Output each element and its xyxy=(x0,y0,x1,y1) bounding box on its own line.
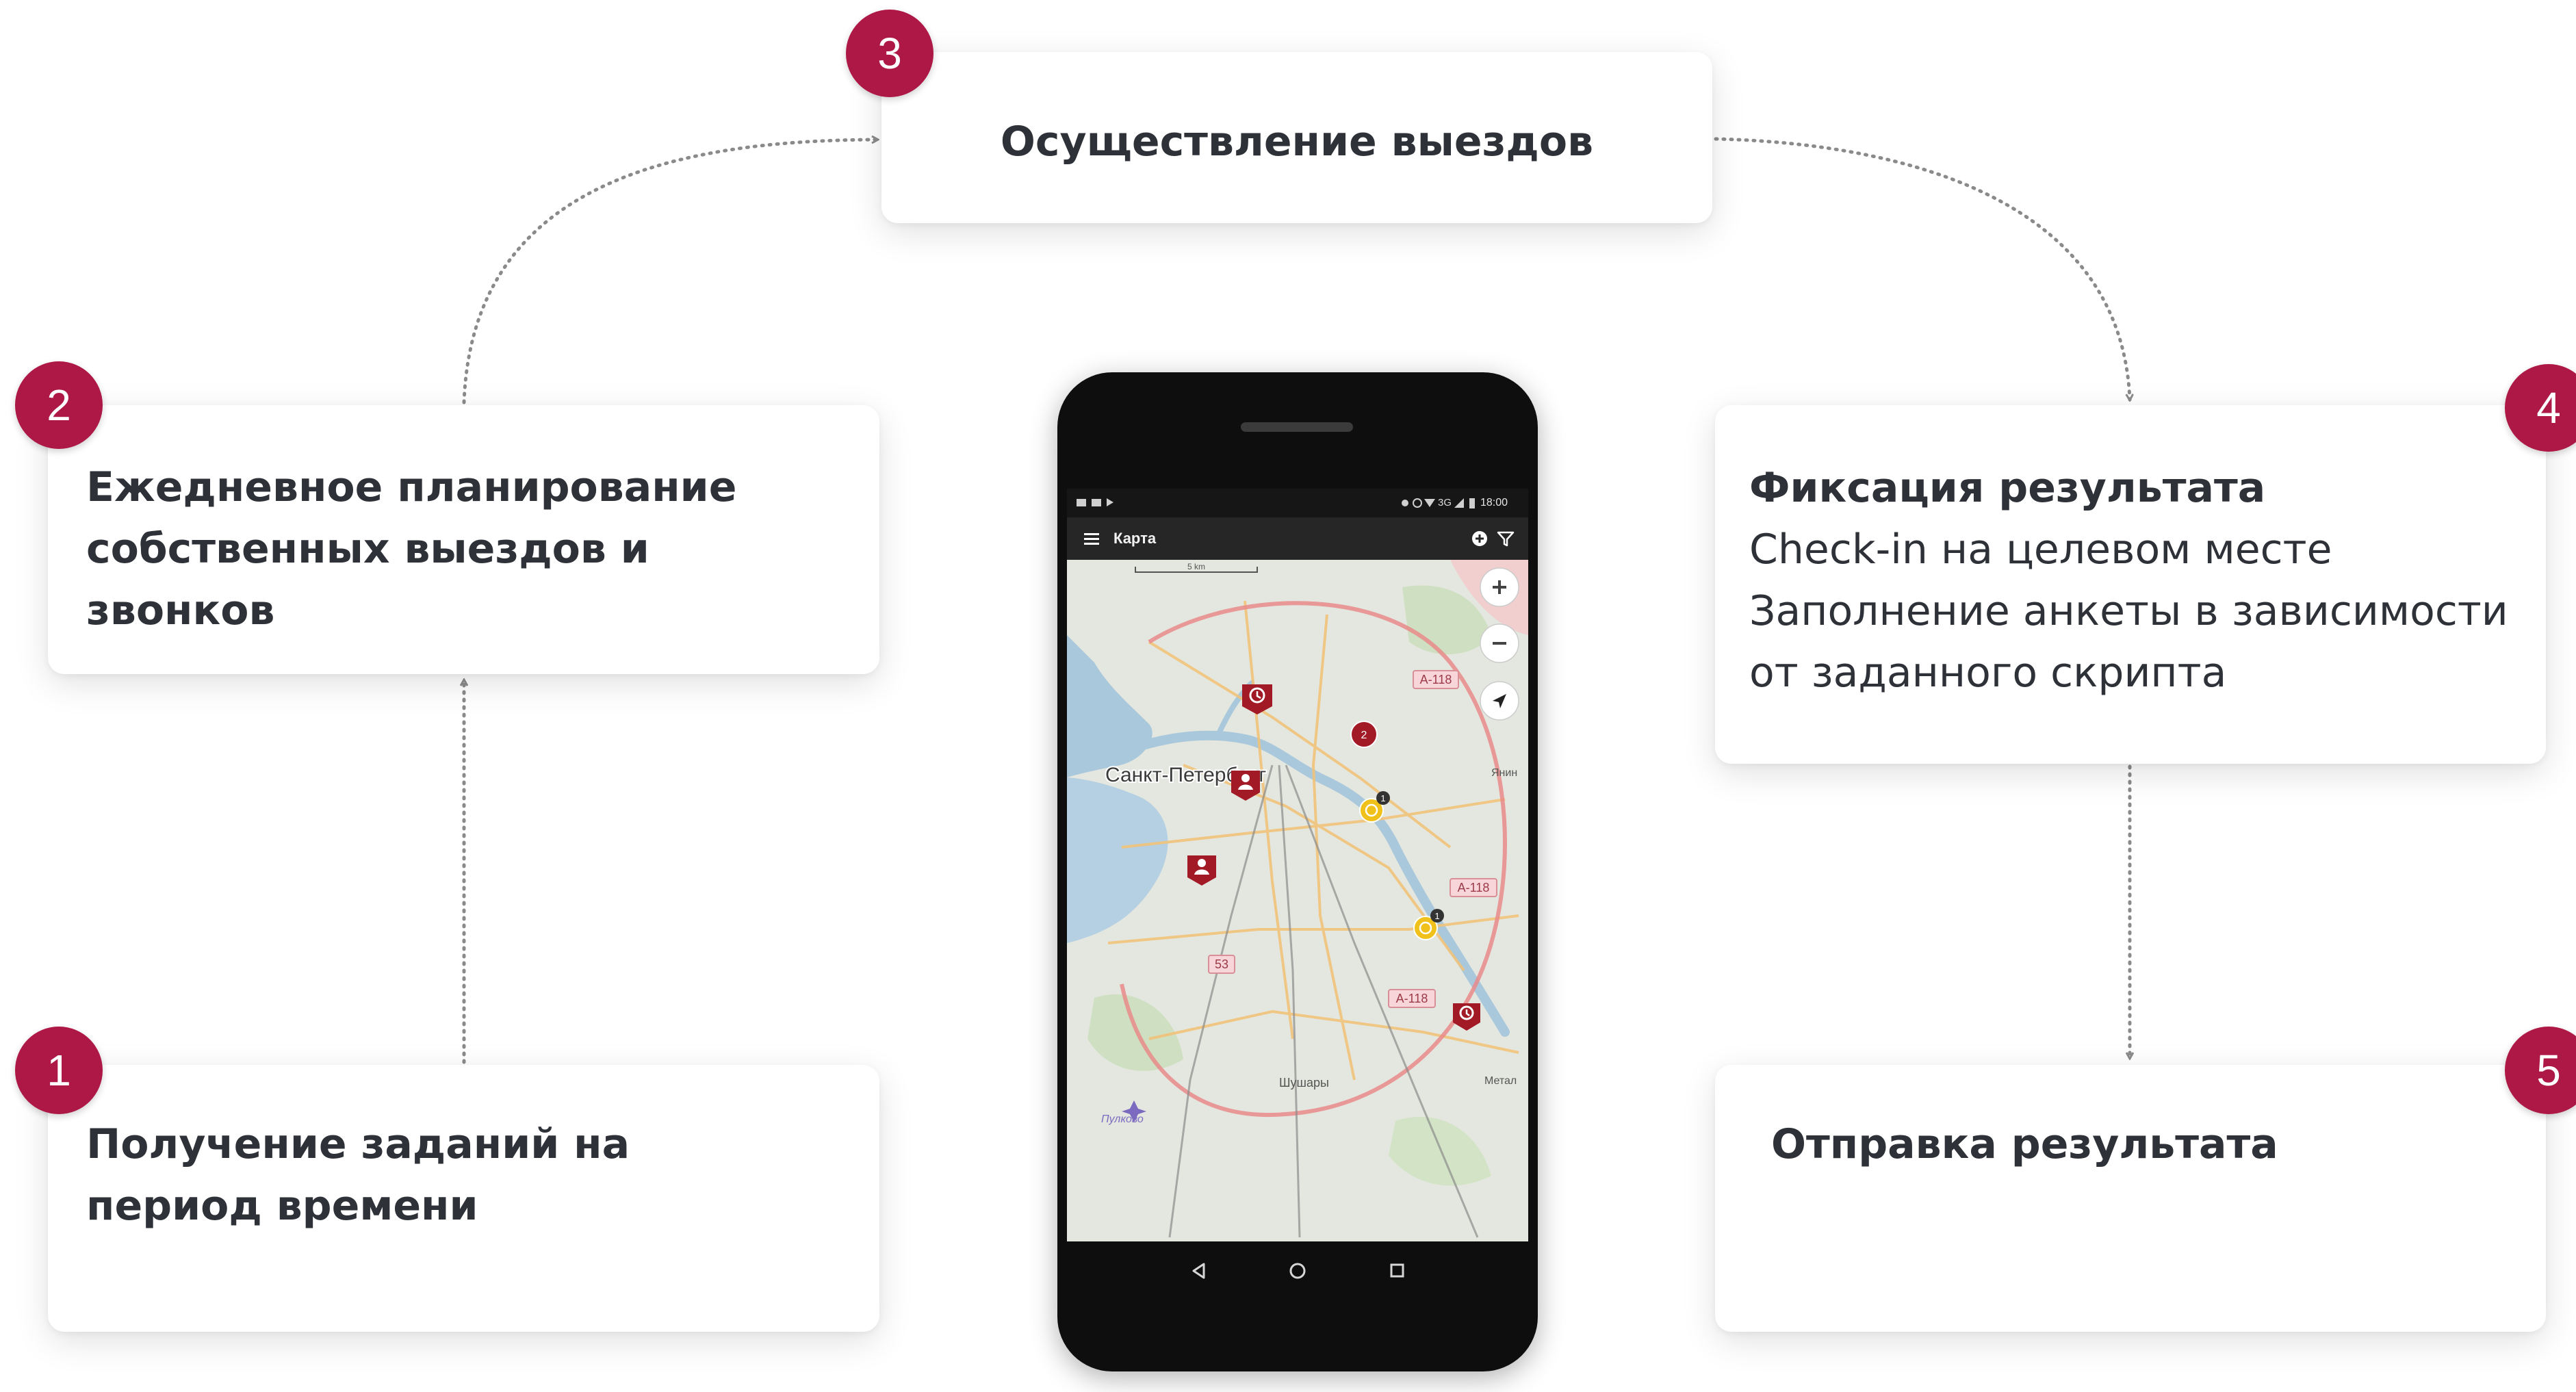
phone-mockup: 3G 18:00 Карта 5 km Санкт-Петербург А-11… xyxy=(1057,372,1538,1371)
status-network: 3G xyxy=(1438,497,1452,508)
app-bar-title: Карта xyxy=(1113,530,1157,547)
road-shield-4: 53 xyxy=(1208,955,1235,974)
location-arrow-icon[interactable] xyxy=(1480,681,1519,721)
phone-screen: 3G 18:00 Карта 5 km Санкт-Петербург А-11… xyxy=(1067,489,1528,1241)
road-shield-2: А-118 xyxy=(1450,878,1497,897)
city-map[interactable]: 5 km Санкт-Петербург А-118 А-118 А-118 5… xyxy=(1067,560,1528,1241)
svg-text:А-118: А-118 xyxy=(1396,992,1428,1005)
road-shield-3: А-118 xyxy=(1388,989,1436,1008)
step-3-title: Осуществление выездов xyxy=(1000,118,1594,166)
step-3-badge: 3 xyxy=(846,10,933,97)
media-icon xyxy=(1107,498,1113,506)
status-time: 18:00 xyxy=(1480,497,1508,508)
step-5-title: Отправка результата xyxy=(1771,1120,2278,1168)
battery-status-icon xyxy=(1469,498,1475,508)
status-bar: 3G 18:00 xyxy=(1067,489,1528,517)
svg-text:53: 53 xyxy=(1215,957,1228,971)
svg-text:1: 1 xyxy=(1434,911,1439,921)
place-label-shushary: Шушары xyxy=(1279,1076,1329,1090)
step-4-title: Фиксация результата xyxy=(1749,464,2266,512)
recents-nav-icon xyxy=(1390,1263,1404,1278)
home-nav-icon xyxy=(1289,1263,1306,1279)
step-4-detail-3: от заданного скрипта xyxy=(1749,649,2227,697)
zoom-out-icon[interactable] xyxy=(1480,623,1519,663)
step-5-card xyxy=(1715,1065,2546,1332)
place-label-yanino: Янин xyxy=(1491,767,1517,779)
scale-label: 5 km xyxy=(1187,562,1205,571)
app-bar: Карта xyxy=(1067,517,1528,560)
step-1-title: Получение заданий на период времени xyxy=(86,1120,630,1230)
step-2-badge: 2 xyxy=(15,361,103,449)
step-4-text: Фиксация результата Check-in на целевом … xyxy=(1749,457,2508,704)
android-nav-bar xyxy=(1067,1241,1528,1300)
connector-2-to-3 xyxy=(462,140,877,404)
place-label-metallostroy: Метал xyxy=(1484,1075,1517,1087)
wifi-status-icon xyxy=(1424,499,1435,507)
cluster-marker-red: 2 xyxy=(1350,721,1378,748)
road-shield-1: А-118 xyxy=(1413,670,1459,689)
location-status-icon xyxy=(1402,500,1408,506)
step-1-badge: 1 xyxy=(15,1027,103,1114)
filter-icon[interactable] xyxy=(1495,528,1516,549)
step-4-detail-1: Check-in на целевом месте xyxy=(1749,526,2332,573)
message-icon xyxy=(1092,499,1101,506)
add-circle-icon[interactable] xyxy=(1469,528,1490,549)
signal-status-icon xyxy=(1454,498,1464,508)
step-2-title: Ежедневное планирование собственных выез… xyxy=(86,463,737,634)
dnd-status-icon xyxy=(1413,498,1422,508)
phone-speaker xyxy=(1241,422,1353,432)
svg-text:1: 1 xyxy=(1380,793,1385,803)
svg-text:А-118: А-118 xyxy=(1420,673,1452,686)
svg-text:2: 2 xyxy=(1361,730,1367,741)
notification-icon xyxy=(1077,499,1086,506)
step-4-detail-2: Заполнение анкеты в зависимости xyxy=(1749,587,2508,635)
back-nav-icon xyxy=(1192,1263,1205,1279)
connector-3-to-4 xyxy=(1714,137,2130,400)
svg-text:А-118: А-118 xyxy=(1458,881,1490,894)
zoom-in-icon[interactable] xyxy=(1480,567,1519,607)
menu-icon[interactable] xyxy=(1082,528,1103,549)
